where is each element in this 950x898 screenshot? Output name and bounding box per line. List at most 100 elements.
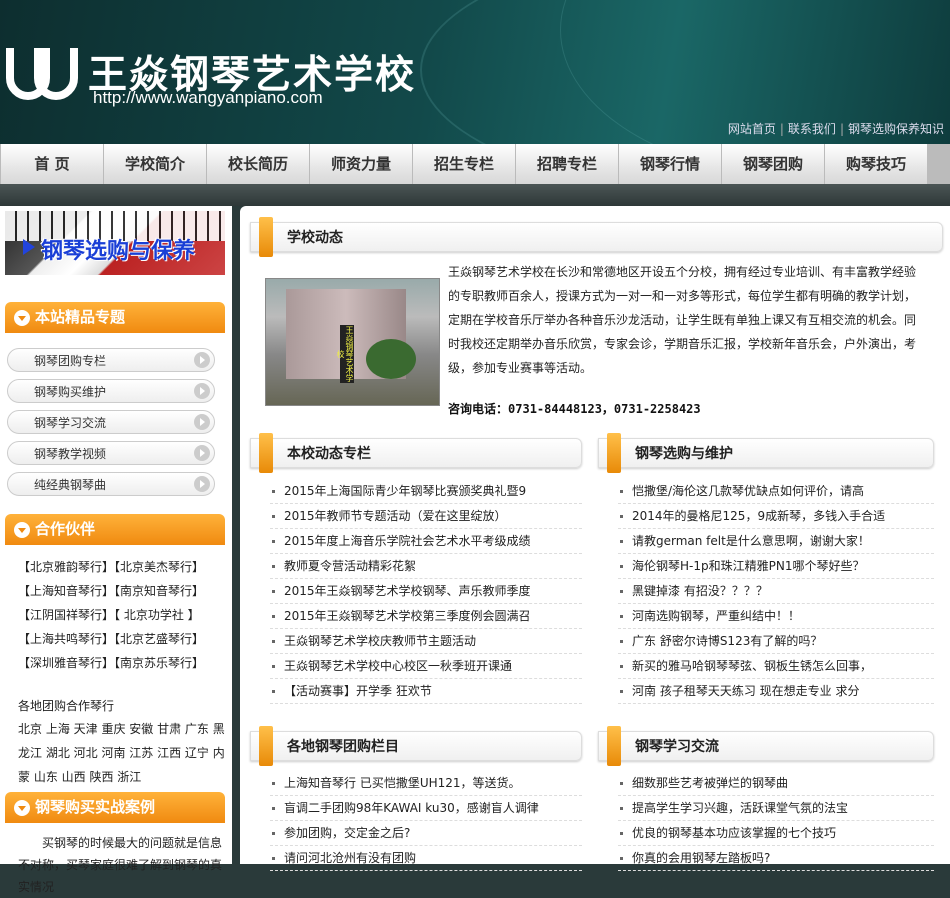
circle-arrow-icon <box>14 800 30 816</box>
nav-jobs[interactable]: 招聘专栏 <box>516 144 618 184</box>
site-header: 王焱钢琴艺术学校 http://www.wangyanpiano.com 网站首… <box>0 0 950 144</box>
list-item[interactable]: 教师夏令营活动精彩花絮 <box>270 554 582 579</box>
list-item[interactable]: 王焱钢琴艺术学校庆教师节主题活动 <box>270 629 582 654</box>
list-item[interactable]: 海伦钢琴H-1p和珠江精雅PN1哪个琴好些？ <box>618 554 934 579</box>
featured-item-label: 纯经典钢琴曲 <box>34 478 107 492</box>
list-item[interactable]: 2015年度上海音乐学院社会艺术水平考级成绩 <box>270 529 582 554</box>
list-item[interactable]: 上海知音琴行 已买恺撒堡UH121，等送货。 <box>270 771 582 796</box>
featured-header: 本站精品专题 <box>5 302 225 333</box>
partner-links[interactable]: 【深圳雅音琴行】【南京苏乐琴行】 <box>18 654 204 671</box>
cases-title: 钢琴购买实战案例 <box>35 798 156 816</box>
logo-icon[interactable] <box>6 42 78 104</box>
city-links[interactable]: 北京 上海 天津 重庆 安徽 甘肃 广东 黑龙江 湖北 河北 河南 江苏 江西 … <box>18 717 228 789</box>
school-column-title: 本校动态专栏 <box>287 446 371 462</box>
list-item[interactable]: 广东 舒密尔诗博S123有了解的吗？ <box>618 629 934 654</box>
site-url: http://www.wangyanpiano.com <box>93 88 323 107</box>
list-item[interactable]: 新买的雅马哈钢琴琴弦、钢板生锈怎么回事， <box>618 654 934 679</box>
nav-shadow-strip <box>0 184 950 206</box>
list-item[interactable]: 参加团购，交定金之后? <box>270 821 582 846</box>
list-item[interactable]: 盲调二手团购98年KAWAI ku30，感谢盲人调律 <box>270 796 582 821</box>
school-building-photo: 王焱钢琴艺术学校 <box>265 278 440 406</box>
list-item[interactable]: 黑键掉漆 有招没？？？？ <box>618 579 934 604</box>
list-item[interactable]: 提高学生学习兴趣，活跃课堂气氛的法宝 <box>618 796 934 821</box>
featured-item-label: 钢琴学习交流 <box>34 416 107 430</box>
list-item[interactable]: 2014年的曼格尼125，9成新琴，多钱入手合适 <box>618 504 934 529</box>
school-intro: 王焱钢琴艺术学校在长沙和常德地区开设五个分校，拥有经过专业培训、有丰富教学经验的… <box>448 265 917 375</box>
partner-links[interactable]: 【上海知音琴行】【南京知音琴行】 <box>18 582 204 599</box>
nav-buying-tips[interactable]: 购琴技巧 <box>825 144 927 184</box>
arrow-right-icon <box>194 476 210 492</box>
list-item[interactable]: 2015年教师节专题活动（爱在这里绽放） <box>270 504 582 529</box>
partners-title: 合作伙伴 <box>35 520 96 538</box>
group-buy-header: 各地钢琴团购栏目 <box>250 726 582 766</box>
school-news-list: 2015年上海国际青少年钢琴比赛颁奖典礼暨9 2015年教师节专题活动（爱在这里… <box>270 479 582 704</box>
featured-title: 本站精品专题 <box>35 308 126 326</box>
cases-header: 钢琴购买实战案例 <box>5 792 225 823</box>
nav-about[interactable]: 学校简介 <box>104 144 206 184</box>
banner-text: 钢琴选购与保养 <box>41 239 196 264</box>
nav-market[interactable]: 钢琴行情 <box>619 144 721 184</box>
piano-care-title: 钢琴选购与维护 <box>635 446 733 462</box>
list-item[interactable]: 2015年王焱钢琴艺术学校第三季度例会圆满召 <box>270 604 582 629</box>
study-title: 钢琴学习交流 <box>635 739 719 755</box>
list-item[interactable]: 2015年上海国际青少年钢琴比赛颁奖典礼暨9 <box>270 479 582 504</box>
featured-item-label: 钢琴教学视频 <box>34 447 107 461</box>
list-item[interactable]: 河南 孩子租琴天天练习 现在想走专业 求分 <box>618 679 934 704</box>
list-item[interactable]: 恺撒堡/海伦这几款琴优缺点如何评价，请高 <box>618 479 934 504</box>
featured-item[interactable]: 钢琴购买维护 <box>7 379 215 403</box>
school-news-header: 学校动态 <box>250 217 943 257</box>
list-item[interactable]: 请教german felt是什么意思啊，谢谢大家！ <box>618 529 934 554</box>
list-item[interactable]: 河南选购钢琴，严重纠结中！！ <box>618 604 934 629</box>
toplink-contact[interactable]: 联系我们 <box>788 122 836 136</box>
arrow-right-icon <box>194 445 210 461</box>
piano-care-header: 钢琴选购与维护 <box>598 433 934 473</box>
nav-group-buy[interactable]: 钢琴团购 <box>722 144 824 184</box>
list-item[interactable]: 细数那些艺考被弹烂的钢琴曲 <box>618 771 934 796</box>
main-nav: 首 页 学校简介 校长简历 师资力量 招生专栏 招聘专栏 钢琴行情 钢琴团购 购… <box>0 144 950 184</box>
nav-enrollment[interactable]: 招生专栏 <box>413 144 515 184</box>
list-item[interactable]: 你真的会用钢琴左踏板吗? <box>618 846 934 871</box>
piano-care-list: 恺撒堡/海伦这几款琴优缺点如何评价，请高 2014年的曼格尼125，9成新琴，多… <box>618 479 934 704</box>
nav-home[interactable]: 首 页 <box>1 144 103 184</box>
main-content: 钢琴选购与保养 本站精品专题 钢琴团购专栏 钢琴购买维护 钢琴学习交流 钢琴教学… <box>0 206 950 894</box>
list-item[interactable]: 请问河北沧州有没有团购 <box>270 846 582 871</box>
list-item[interactable]: 王焱钢琴艺术学校中心校区一秋季班开课通 <box>270 654 582 679</box>
orange-tab-icon <box>259 726 273 766</box>
arrow-right-icon <box>194 383 210 399</box>
orange-tab-icon <box>607 433 621 473</box>
partner-links[interactable]: 【江阴国祥琴行】【 北京功学社 】 <box>18 606 200 623</box>
piano-care-banner[interactable]: 钢琴选购与保养 <box>5 211 225 275</box>
list-item[interactable]: 优良的钢琴基本功应该掌握的七个技巧 <box>618 821 934 846</box>
study-header: 钢琴学习交流 <box>598 726 934 766</box>
phone-number: 0731-84448123，0731-2258423 <box>508 402 701 416</box>
partner-links[interactable]: 【上海共鸣琴行】【北京艺盛琴行】 <box>18 630 204 647</box>
list-item[interactable]: 【活动赛事】开学季 狂欢节 <box>270 679 582 704</box>
toplink-piano-care[interactable]: 钢琴选购保养知识 <box>848 122 944 136</box>
orange-tab-icon <box>259 217 273 257</box>
group-buy-title: 各地钢琴团购栏目 <box>287 739 399 755</box>
group-buy-list: 上海知音琴行 已买恺撒堡UH121，等送货。 盲调二手团购98年KAWAI ku… <box>270 771 582 871</box>
featured-item-label: 钢琴购买维护 <box>34 385 107 399</box>
school-column-header: 本校动态专栏 <box>250 433 582 473</box>
nav-teachers[interactable]: 师资力量 <box>310 144 412 184</box>
featured-item[interactable]: 钢琴教学视频 <box>7 441 215 465</box>
right-content: 学校动态 王焱钢琴艺术学校 王焱钢琴艺术学校在长沙和常德地区开设五个分校，拥有经… <box>240 206 950 871</box>
cases-intro: 买钢琴的时候最大的问题就是信息不对称，买琴家庭很难了解到钢琴的真实情况 <box>18 836 223 894</box>
phone-label: 咨询电话： <box>448 402 509 416</box>
orange-tab-icon <box>259 433 273 473</box>
nav-principal[interactable]: 校长简历 <box>207 144 309 184</box>
orange-tab-icon <box>607 726 621 766</box>
cities-title: 各地团购合作琴行 <box>18 699 115 713</box>
school-sign: 王焱钢琴艺术学校 <box>336 325 354 383</box>
featured-item[interactable]: 钢琴学习交流 <box>7 410 215 434</box>
partners-header: 合作伙伴 <box>5 514 225 545</box>
arrow-icon <box>23 239 35 255</box>
featured-item[interactable]: 钢琴团购专栏 <box>7 348 215 372</box>
featured-item[interactable]: 纯经典钢琴曲 <box>7 472 215 496</box>
list-item[interactable]: 2015年王焱钢琴艺术学校钢琴、声乐教师季度 <box>270 579 582 604</box>
circle-arrow-icon <box>14 310 30 326</box>
toplink-home[interactable]: 网站首页 <box>728 122 776 136</box>
partner-links[interactable]: 【北京雅韵琴行】【北京美杰琴行】 <box>18 558 204 575</box>
study-list: 细数那些艺考被弹烂的钢琴曲 提高学生学习兴趣，活跃课堂气氛的法宝 优良的钢琴基本… <box>618 771 934 871</box>
arrow-right-icon <box>194 414 210 430</box>
